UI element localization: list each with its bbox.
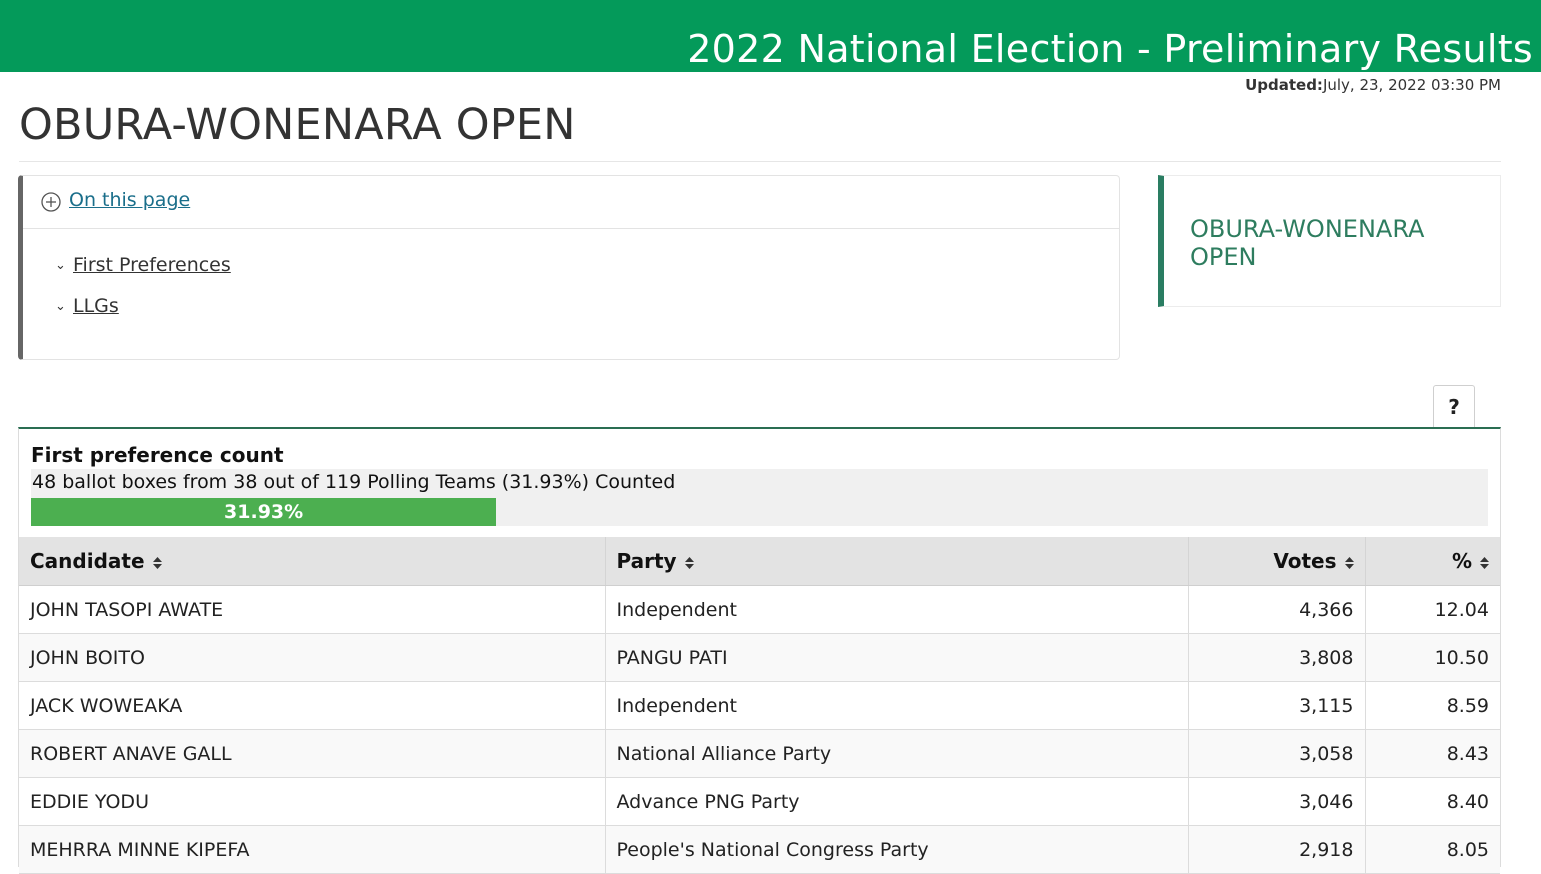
column-label: Candidate bbox=[30, 549, 145, 573]
results-panel: First preference count 48 ballot boxes f… bbox=[18, 427, 1501, 874]
party-cell: Independent bbox=[605, 681, 1189, 730]
candidate-cell: JOHN BOITO bbox=[19, 633, 606, 682]
table-row: JOHN TASOPI AWATE Independent 4,366 12.0… bbox=[19, 585, 1500, 634]
toc-item-label[interactable]: First Preferences bbox=[73, 254, 231, 276]
votes-cell: 3,046 bbox=[1188, 777, 1366, 826]
table-row: JACK WOWEAKA Independent 3,115 8.59 bbox=[19, 681, 1500, 730]
on-this-page-panel: On this page ⌄ First Preferences ⌄ LLGs bbox=[18, 175, 1120, 360]
updated-label: Updated: bbox=[1245, 76, 1323, 94]
column-header-candidate[interactable]: Candidate bbox=[19, 537, 606, 586]
page-title: OBURA-WONENARA OPEN bbox=[19, 100, 576, 150]
percent-cell: 8.43 bbox=[1365, 729, 1500, 778]
sort-icon[interactable] bbox=[1480, 556, 1489, 569]
table-row: JOHN BOITO PANGU PATI 3,808 10.50 bbox=[19, 633, 1500, 682]
candidate-cell: ROBERT ANAVE GALL bbox=[19, 729, 606, 778]
header-banner: 2022 National Election - Preliminary Res… bbox=[0, 0, 1541, 72]
party-cell: People's National Congress Party bbox=[605, 825, 1189, 874]
column-label: Party bbox=[616, 549, 677, 573]
candidate-cell: JACK WOWEAKA bbox=[19, 681, 606, 730]
votes-cell: 3,808 bbox=[1188, 633, 1366, 682]
column-header-votes[interactable]: Votes bbox=[1188, 537, 1366, 586]
percent-cell: 8.59 bbox=[1365, 681, 1500, 730]
chevron-down-icon: ⌄ bbox=[55, 299, 66, 314]
percent-cell: 8.05 bbox=[1365, 825, 1500, 874]
table-row: MEHRRA MINNE KIPEFA People's National Co… bbox=[19, 825, 1500, 874]
sort-icon[interactable] bbox=[1344, 556, 1354, 569]
updated-value: July, 23, 2022 03:30 PM bbox=[1322, 76, 1501, 94]
votes-cell: 2,918 bbox=[1188, 825, 1366, 874]
table-row: EDDIE YODU Advance PNG Party 3,046 8.40 bbox=[19, 777, 1500, 826]
electorate-card: OBURA-WONENARA OPEN bbox=[1158, 175, 1501, 307]
on-this-page-header: On this page bbox=[23, 176, 1119, 229]
party-cell: PANGU PATI bbox=[605, 633, 1189, 682]
chevron-down-icon: ⌄ bbox=[55, 258, 66, 273]
table-row: ROBERT ANAVE GALL National Alliance Part… bbox=[19, 729, 1500, 778]
votes-cell: 4,366 bbox=[1188, 585, 1366, 634]
candidate-cell: EDDIE YODU bbox=[19, 777, 606, 826]
votes-cell: 3,115 bbox=[1188, 681, 1366, 730]
column-label: Votes bbox=[1273, 549, 1337, 573]
table-header-row: Candidate Party Votes % bbox=[19, 537, 1500, 586]
percent-cell: 12.04 bbox=[1365, 585, 1500, 634]
sort-icon[interactable] bbox=[684, 556, 694, 569]
column-label: % bbox=[1451, 549, 1472, 573]
count-title: First preference count bbox=[31, 443, 284, 467]
column-header-party[interactable]: Party bbox=[605, 537, 1189, 586]
electorate-card-title: OBURA-WONENARA OPEN bbox=[1190, 215, 1425, 271]
plus-circle-icon[interactable] bbox=[41, 192, 61, 212]
toc-item-label[interactable]: LLGs bbox=[73, 295, 119, 317]
toc-item-llgs[interactable]: ⌄ LLGs bbox=[55, 295, 119, 317]
title-divider bbox=[19, 161, 1501, 162]
percent-cell: 8.40 bbox=[1365, 777, 1500, 826]
results-table: Candidate Party Votes % JOHN TASOPI AWAT… bbox=[19, 537, 1500, 874]
count-summary: 48 ballot boxes from 38 out of 119 Polli… bbox=[32, 471, 676, 493]
help-button[interactable]: ? bbox=[1433, 385, 1475, 427]
on-this-page-link[interactable]: On this page bbox=[69, 189, 190, 211]
party-cell: National Alliance Party bbox=[605, 729, 1189, 778]
progress-bar: 31.93% bbox=[31, 498, 497, 526]
candidate-cell: MEHRRA MINNE KIPEFA bbox=[19, 825, 606, 874]
percent-cell: 10.50 bbox=[1365, 633, 1500, 682]
banner-title: 2022 National Election - Preliminary Res… bbox=[687, 27, 1533, 71]
candidate-cell: JOHN TASOPI AWATE bbox=[19, 585, 606, 634]
toc-item-first-preferences[interactable]: ⌄ First Preferences bbox=[55, 254, 231, 276]
sort-icon[interactable] bbox=[152, 556, 162, 569]
party-cell: Independent bbox=[605, 585, 1189, 634]
count-box: 48 ballot boxes from 38 out of 119 Polli… bbox=[31, 469, 1488, 526]
votes-cell: 3,058 bbox=[1188, 729, 1366, 778]
updated-timestamp: Updated:July, 23, 2022 03:30 PM bbox=[1245, 76, 1501, 94]
party-cell: Advance PNG Party bbox=[605, 777, 1189, 826]
column-header-percent[interactable]: % bbox=[1365, 537, 1500, 586]
